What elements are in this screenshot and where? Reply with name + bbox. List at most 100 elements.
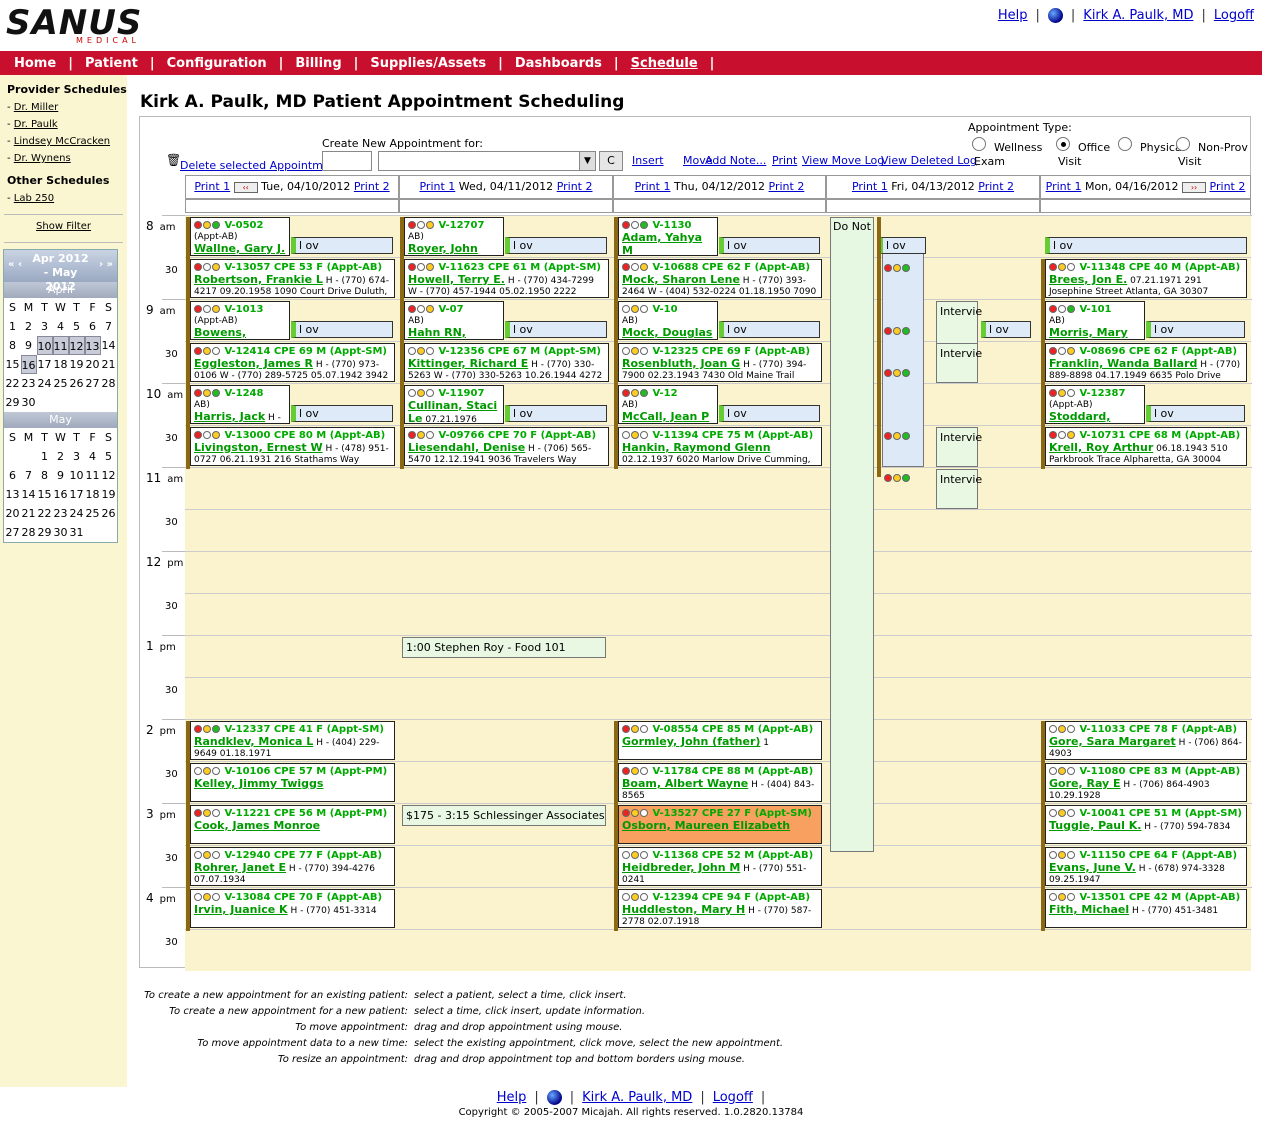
patient-name-link[interactable]: Gore, Sara Margaret [1049, 735, 1176, 748]
patient-name-link[interactable]: Howell, Terry E. [408, 273, 505, 286]
appt-type-radio[interactable] [972, 137, 986, 151]
time-slot[interactable] [399, 509, 613, 551]
lov-block[interactable]: l ov [719, 321, 820, 338]
patient-name-link[interactable]: Liesendahl, Denise [408, 441, 525, 454]
print1-link[interactable]: Print 1 [635, 180, 671, 193]
patient-name-link[interactable]: Wallne, Gary J. [194, 242, 285, 255]
appointment-card[interactable]: V-12414 CPE 69 M (Appt-SM) Eggleston, Jam… [190, 343, 395, 382]
patient-name-link[interactable]: Tuggle, Paul K. [1049, 819, 1141, 832]
appt-type-radio[interactable] [1056, 137, 1070, 151]
lov-block[interactable]: l ov [291, 405, 393, 422]
calendar-day[interactable]: 11 [85, 466, 101, 485]
calendar-day[interactable]: 24 [37, 374, 53, 393]
appt-type-radio[interactable] [1176, 137, 1190, 151]
patient-name-link[interactable]: Boam, Albert Wayne [622, 777, 748, 790]
appointment-card[interactable]: V-12AB)McCall, Jean P H 07.12.1938 4423 … [618, 385, 718, 424]
lov-block[interactable]: l ov [505, 321, 607, 338]
appointment-card[interactable]: V-12387(Appt-AB)Stoddard, Mary H - (770)… [1045, 385, 1145, 424]
calendar-note[interactable]: $175 - 3:15 Schlessinger Associates [402, 805, 606, 826]
provider-link[interactable]: Dr. Wynens [14, 153, 71, 164]
calendar-day[interactable]: 4 [85, 447, 101, 466]
appointment-card[interactable]: V-1248AB)Harris, Jack H - (770) 939-2835… [190, 385, 290, 424]
lov-block[interactable]: l ov [291, 237, 393, 254]
patient-name-link[interactable]: Gormley, John (father) [622, 735, 760, 748]
other-schedule-link[interactable]: Lab 250 [14, 193, 54, 204]
patient-name-link[interactable]: Rosenbluth, Joan G [622, 357, 740, 370]
calendar-day[interactable]: 26 [69, 374, 85, 393]
appointment-card[interactable]: V-11348 CPE 40 M (Appt-AB) Brees, Jon E. … [1045, 259, 1247, 298]
time-slot[interactable] [399, 887, 613, 929]
calendar-day[interactable]: 26 [101, 504, 117, 523]
appt-type-radio[interactable] [1118, 137, 1132, 151]
patient-name-link[interactable]: Kittinger, Richard E [408, 357, 528, 370]
calendar-day[interactable]: 12 [68, 336, 85, 355]
time-slot[interactable] [399, 761, 613, 803]
calendar-day[interactable]: 3 [37, 317, 53, 336]
time-slot[interactable] [1040, 467, 1251, 509]
time-slot[interactable] [399, 677, 613, 719]
nav-patient[interactable]: Patient [85, 56, 138, 71]
time-slot[interactable] [185, 593, 399, 635]
print2-link[interactable]: Print 2 [557, 180, 593, 193]
calendar-day[interactable]: 13 [84, 336, 101, 355]
time-slot[interactable] [613, 929, 826, 971]
lov-block[interactable]: l ov [1146, 321, 1245, 338]
action-insert[interactable]: Insert [632, 154, 664, 167]
time-slot[interactable] [613, 509, 826, 551]
appointment-card[interactable]: V-11033 CPE 78 F (Appt-AB) Gore, Sara Mar… [1045, 721, 1247, 760]
footer-user-link[interactable]: Kirk A. Paulk, MD [582, 1090, 692, 1105]
appointment-card[interactable]: V-12707AB)Royer, John 10.16 [404, 217, 504, 256]
day-allday-row[interactable] [185, 199, 399, 213]
patient-name-link[interactable]: Robertson, Frankie L [194, 273, 323, 286]
time-slot[interactable] [1040, 593, 1251, 635]
calendar-day[interactable]: 28 [101, 374, 117, 393]
action-view-deleted-log[interactable]: View Deleted Log [881, 154, 977, 167]
prev-week-icon[interactable]: ‹‹ [233, 181, 258, 193]
calendar-day[interactable]: 12 [101, 466, 117, 485]
time-slot[interactable] [399, 719, 613, 761]
lov-block[interactable]: l ov [505, 405, 607, 422]
appointment-card[interactable]: V-12940 CPE 77 F (Appt-AB) Rohrer, Janet … [190, 847, 395, 886]
print2-link[interactable]: Print 2 [354, 180, 390, 193]
time-slot[interactable] [1040, 929, 1251, 971]
time-slot[interactable] [613, 467, 826, 509]
calendar-day[interactable]: 19 [101, 485, 117, 504]
nav-configuration[interactable]: Configuration [167, 56, 267, 71]
calendar-day[interactable]: 8 [5, 336, 21, 355]
appointment-card[interactable]: V-11150 CPE 64 F (Appt-AB) Evans, June V.… [1045, 847, 1247, 886]
calendar-day[interactable]: 8 [37, 466, 53, 485]
calendar-day[interactable]: 4 [53, 317, 69, 336]
nav-schedule[interactable]: Schedule [631, 56, 698, 71]
patient-name-link[interactable]: Kelley, Jimmy Twiggs [194, 777, 323, 790]
calendar-day[interactable]: 30 [21, 393, 37, 412]
calendar-day[interactable]: 14 [21, 485, 37, 504]
patient-code-input[interactable] [322, 151, 372, 171]
help-link[interactable]: Help [998, 8, 1028, 23]
calendar-day[interactable]: 23 [21, 374, 37, 393]
lov-block[interactable]: l ov [505, 237, 607, 254]
calendar-day[interactable]: 2 [21, 317, 37, 336]
time-slot[interactable] [1040, 509, 1251, 551]
patient-name-link[interactable]: Mock, Douglas A [622, 326, 712, 339]
lov-block[interactable]: l ov [1045, 237, 1247, 254]
show-filter-link[interactable]: Show Filter [36, 221, 91, 232]
provider-link[interactable]: Lindsey McCracken [14, 136, 110, 147]
patient-name-link[interactable]: Heidbreder, John M [622, 861, 740, 874]
day-allday-row[interactable] [399, 199, 613, 213]
calendar-day[interactable]: 15 [5, 355, 21, 374]
appointment-card[interactable]: V-10106 CPE 57 M (Appt-PM) Kelley, Jimmy … [190, 763, 395, 802]
time-slot[interactable] [185, 509, 399, 551]
patient-name-link[interactable]: Brees, Jon E. [1049, 273, 1127, 286]
calendar-day[interactable]: 18 [85, 485, 101, 504]
appointment-card[interactable]: V-13057 CPE 53 F (Appt-AB) Robertson, Fra… [190, 259, 395, 298]
nav-dashboards[interactable]: Dashboards [515, 56, 602, 71]
patient-name-link[interactable]: Eggleston, James R [194, 357, 313, 370]
chevron-down-icon[interactable]: ▼ [579, 152, 595, 170]
time-slot[interactable] [613, 551, 826, 593]
appointment-card[interactable]: V-10731 CPE 68 M (Appt-AB) Krell, Roy Art… [1045, 427, 1247, 466]
appointment-card[interactable]: V-13000 CPE 80 M (Appt-AB) Livingston, Er… [190, 427, 395, 466]
print1-link[interactable]: Print 1 [852, 180, 888, 193]
calendar-day[interactable]: 27 [5, 523, 21, 542]
time-slot[interactable] [399, 551, 613, 593]
next-week-icon[interactable]: ›› [1182, 181, 1207, 193]
